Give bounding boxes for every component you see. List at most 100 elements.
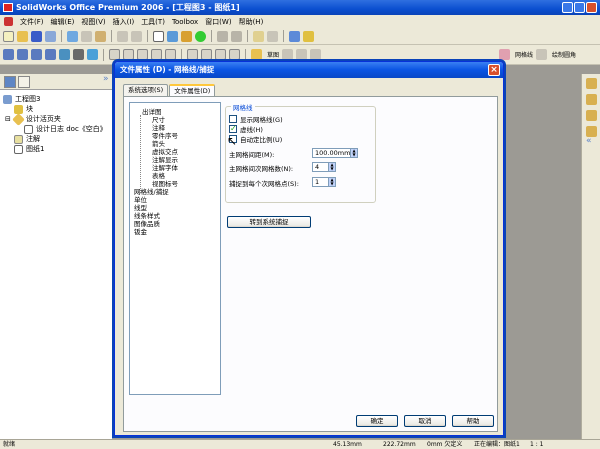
zoom-selection-icon[interactable] [45, 49, 56, 60]
table-icon[interactable] [289, 30, 300, 42]
menu-tools[interactable]: 工具(T) [141, 17, 165, 27]
view-orientation-icon[interactable] [87, 49, 98, 60]
task-explorer-icon[interactable] [586, 110, 597, 121]
zoom-in-out-icon[interactable] [31, 49, 42, 60]
projected-view-icon[interactable] [201, 49, 212, 60]
minor-lines-input[interactable]: 4 ▲ ▼ [312, 162, 336, 172]
menu-edit[interactable]: 编辑(E) [51, 17, 75, 27]
grid-group: 网格线 显示网格线(G) 虚线(H) 自动定比例(U) 主网格间距(M): 10… [225, 102, 376, 203]
tree-item-design-journal[interactable]: 设计日志 doc《空白》 [24, 124, 107, 134]
grid-icon[interactable] [217, 30, 228, 42]
fillet-label[interactable]: 绘制圆角 [552, 50, 576, 59]
menu-view[interactable]: 视图(V) [81, 17, 105, 27]
status-scale: 1 : 1 [530, 441, 544, 448]
shape-dropdown-icon[interactable] [267, 30, 278, 42]
collapse-chevron-icon[interactable]: « [586, 136, 592, 146]
show-grid-checkbox[interactable] [229, 115, 237, 123]
tree-item-sheet[interactable]: 图纸1 [14, 144, 44, 154]
standard-toolbar [0, 28, 600, 45]
show-grid-checkbox-row[interactable]: 显示网格线(G) [229, 114, 283, 124]
help-icon[interactable] [303, 30, 314, 42]
menu-bar: 文件(F) 编辑(E) 视图(V) 插入(I) 工具(T) Toolbox 窗口… [0, 15, 600, 28]
shaded-icon[interactable] [151, 49, 162, 60]
menu-insert[interactable]: 插入(I) [113, 17, 135, 27]
traffic-light-icon[interactable] [195, 30, 206, 42]
app-title-bar: SolidWorks Office Premium 2006 - [工程图3 -… [0, 0, 600, 15]
app-menu-icon[interactable] [4, 17, 13, 26]
paste-icon[interactable] [95, 30, 106, 42]
zoom-area-icon[interactable] [17, 49, 28, 60]
feature-manager-tree: 工程图3 块 ⊟ 设计活页夹 设计日志 doc《空白》 注解 图纸1 [0, 74, 113, 439]
dash-checkbox[interactable] [229, 124, 237, 133]
sketch-icon[interactable] [251, 49, 262, 60]
sheet-icon [14, 144, 23, 154]
spin-arrows-icon[interactable]: ▲ ▼ [350, 149, 357, 157]
document-properties-dialog: 文件属性 (D) - 网格线/捕捉 × 系统选项(S) 文件属性(D) 出详图 … [114, 61, 504, 436]
tree-item-drawing[interactable]: 工程图3 [3, 94, 40, 104]
gridline-label[interactable]: 网格线 [515, 50, 533, 59]
snap-points-input[interactable]: 1 ▲ ▼ [312, 177, 336, 187]
spin-arrows-icon[interactable]: ▲ ▼ [328, 163, 335, 171]
select-cursor-icon[interactable] [153, 30, 164, 42]
property-tab-icon[interactable] [18, 76, 30, 88]
major-spacing-input[interactable]: 100.00mm ▲ ▼ [312, 148, 358, 158]
help-button[interactable]: 帮助 [452, 415, 494, 427]
redo-icon[interactable] [131, 30, 142, 42]
sketch-label[interactable]: 草图 [267, 50, 279, 59]
open-folder-icon[interactable] [17, 30, 28, 42]
tab-system-options[interactable]: 系统选项(S) [123, 84, 169, 96]
zoom-fit-icon[interactable] [3, 49, 14, 60]
task-library-icon[interactable] [586, 94, 597, 105]
section-view-icon[interactable] [165, 49, 176, 60]
go-to-system-snap-button[interactable]: 转到系统捕捉 [227, 216, 311, 228]
smart-dim-icon[interactable] [296, 49, 308, 60]
options-icon[interactable] [181, 30, 192, 42]
layout-icon[interactable] [231, 30, 242, 42]
category-item[interactable]: 钣金 [134, 226, 147, 236]
spin-arrows-icon[interactable]: ▲ ▼ [328, 178, 335, 186]
rotate-icon[interactable] [59, 49, 70, 60]
menu-window[interactable]: 窗口(W) [205, 17, 231, 27]
menu-file[interactable]: 文件(F) [20, 17, 44, 27]
eraser-icon[interactable] [498, 49, 510, 60]
hidden-lines-icon[interactable] [123, 49, 134, 60]
task-home-icon[interactable] [586, 78, 597, 89]
print-icon[interactable] [45, 30, 56, 42]
shape-icon[interactable] [253, 30, 264, 42]
sketch-tool-icon[interactable] [282, 49, 294, 60]
tab-page: 出详图 尺寸 注释 零件序号 箭头 虚拟交点 注解显示 注解字体 表格 视图标号… [123, 96, 498, 432]
menu-toolbox[interactable]: Toolbox [172, 18, 198, 26]
feature-tree-tab-icon[interactable] [4, 76, 16, 88]
new-file-icon[interactable] [3, 30, 14, 42]
tree-item-design-binder[interactable]: ⊟ 设计活页夹 [5, 112, 61, 126]
menu-help[interactable]: 帮助(H) [239, 17, 264, 27]
tree-item-block[interactable]: 块 [14, 104, 33, 114]
copy-icon[interactable] [81, 30, 92, 42]
model-view-icon[interactable] [187, 49, 198, 60]
pan-icon[interactable] [73, 49, 84, 60]
maximize-button[interactable] [574, 2, 585, 13]
rebuild-icon[interactable] [167, 30, 178, 42]
close-button[interactable] [586, 2, 597, 13]
cancel-button[interactable]: 取消 [404, 415, 446, 427]
minor-lines-label: 主网格间次网格数(N): [229, 165, 294, 173]
undo-icon[interactable] [117, 30, 128, 42]
fillet-icon[interactable] [535, 49, 547, 60]
solidworks-logo-icon [3, 3, 13, 12]
ok-button[interactable]: 确定 [356, 415, 398, 427]
annotation-icon [14, 134, 23, 144]
expand-chevron-icon[interactable]: » [103, 74, 113, 90]
binder-icon [12, 112, 25, 126]
dash-checkbox-row[interactable]: 虚线(H) [229, 124, 263, 134]
detail-view-icon[interactable] [229, 49, 240, 60]
aux-view-icon[interactable] [215, 49, 226, 60]
dialog-close-button[interactable]: × [488, 64, 500, 76]
minimize-button[interactable] [562, 2, 573, 13]
tree-item-annotations[interactable]: 注解 [14, 134, 40, 144]
snap-points-label: 捕捉到每个次网格点(S): [229, 180, 299, 188]
display-mode-icon[interactable] [109, 49, 120, 60]
note-icon[interactable] [310, 49, 322, 60]
save-icon[interactable] [31, 30, 42, 42]
cut-icon[interactable] [67, 30, 78, 42]
wireframe-icon[interactable] [137, 49, 148, 60]
